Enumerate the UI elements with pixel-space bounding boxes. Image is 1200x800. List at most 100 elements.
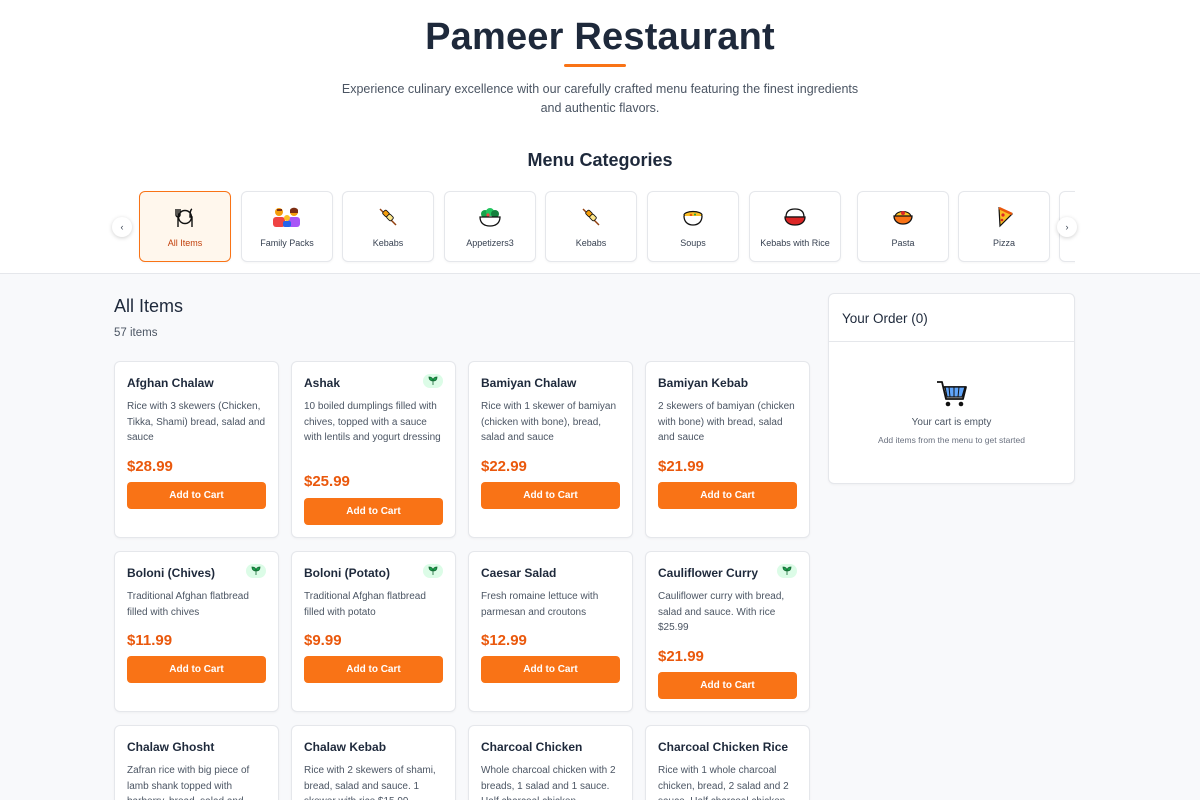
kebab-icon xyxy=(343,206,433,228)
section-title: All Items xyxy=(114,296,184,316)
category-scroller[interactable]: All Items Family Packs Kebabs Appetizers… xyxy=(133,190,1075,264)
add-to-cart-button[interactable]: Add to Cart xyxy=(304,656,443,683)
item-name: Bamiyan Chalaw xyxy=(481,376,577,390)
item-description: Rice with 2 skewers of shami, bread, sal… xyxy=(304,765,436,800)
cart-empty-hint: Add items from the menu to get started xyxy=(878,435,1025,445)
category-kebabs[interactable]: Kebabs xyxy=(342,191,434,262)
menu-item-card[interactable]: Charcoal Chicken Rice Rice with 1 whole … xyxy=(645,725,810,800)
item-count: 57 items xyxy=(114,327,158,339)
item-price: $12.99 xyxy=(481,632,527,649)
item-name: Charcoal Chicken xyxy=(481,740,583,754)
family-icon xyxy=(242,206,332,228)
item-name: Ashak xyxy=(304,376,341,390)
item-name: Chalaw Ghosht xyxy=(127,740,215,754)
item-price: $22.99 xyxy=(481,458,527,475)
menu-item-card[interactable]: Cauliflower Curry Cauliflower curry with… xyxy=(645,551,810,712)
menu-item-card[interactable]: Boloni (Chives) Traditional Afghan flatb… xyxy=(114,551,279,712)
category-label: Pasta xyxy=(891,238,915,248)
menu-item-card[interactable]: Caesar Salad Fresh romaine lettuce with … xyxy=(468,551,633,712)
item-description: Zafran rice with big piece of lamb shank… xyxy=(127,765,250,800)
item-name: Afghan Chalaw xyxy=(127,376,214,390)
item-description: 2 skewers of bamiyan (chicken with bone)… xyxy=(658,401,795,443)
add-to-cart-button[interactable]: Add to Cart xyxy=(658,482,797,509)
add-to-cart-button[interactable]: Add to Cart xyxy=(481,656,620,683)
item-name: Caesar Salad xyxy=(481,566,557,580)
category-pasta[interactable]: Pasta xyxy=(857,191,949,262)
divider xyxy=(829,341,1074,342)
add-to-cart-button[interactable]: Add to Cart xyxy=(127,482,266,509)
vegetarian-leaf-icon xyxy=(423,564,443,578)
header-section: Pameer Restaurant Experience culinary ex… xyxy=(0,0,1200,274)
vegetarian-leaf-icon xyxy=(777,564,797,578)
menu-item-card[interactable]: Chalaw Ghosht Zafran rice with big piece… xyxy=(114,725,279,800)
category-label: Kebabs with Rice xyxy=(760,238,830,248)
item-description: Rice with 1 whole charcoal chicken, brea… xyxy=(658,765,789,800)
menu-item-card[interactable]: Chalaw Kebab Rice with 2 skewers of sham… xyxy=(291,725,456,800)
category-all-items[interactable]: All Items xyxy=(139,191,231,262)
menu-item-card[interactable]: Afghan Chalaw Rice with 3 skewers (Chick… xyxy=(114,361,279,538)
item-price: $21.99 xyxy=(658,648,704,665)
item-description: Traditional Afghan flatbread filled with… xyxy=(304,591,426,618)
title-underline xyxy=(564,64,626,67)
menu-item-card[interactable]: Bamiyan Chalaw Rice with 1 skewer of bam… xyxy=(468,361,633,538)
category-pizza[interactable]: Pizza xyxy=(958,191,1050,262)
category-family-packs[interactable]: Family Packs xyxy=(241,191,333,262)
rice-bowl-icon xyxy=(750,206,840,228)
pizza-icon xyxy=(959,206,1049,228)
category-label: Kebabs xyxy=(372,238,404,248)
category-appetizers3[interactable]: Appetizers3 xyxy=(444,191,536,262)
item-description: Fresh romaine lettuce with parmesan and … xyxy=(481,591,599,618)
item-price: $21.99 xyxy=(658,458,704,475)
restaurant-subtitle: Experience culinary excellence with our … xyxy=(341,82,859,115)
vegetarian-leaf-icon xyxy=(246,564,266,578)
pasta-icon xyxy=(858,206,948,228)
add-to-cart-button[interactable]: Add to Cart xyxy=(658,672,797,699)
item-description: Rice with 3 skewers (Chicken, Tikka, Sha… xyxy=(127,401,266,443)
item-price: $9.99 xyxy=(304,632,342,649)
item-price: $11.99 xyxy=(127,632,173,649)
vegetarian-leaf-icon xyxy=(423,374,443,388)
cart-empty-text: Your cart is empty xyxy=(911,417,992,428)
soup-icon xyxy=(648,206,738,228)
category-label: All Items xyxy=(167,238,203,248)
item-name: Boloni (Potato) xyxy=(304,566,390,580)
item-name: Boloni (Chives) xyxy=(127,566,216,580)
scroll-right-button[interactable]: › xyxy=(1057,217,1077,237)
item-description: Whole charcoal chicken with 2 breads, 1 … xyxy=(481,765,616,800)
category-label: Kebabs xyxy=(575,238,607,248)
category-kebabs-with-rice[interactable]: Kebabs with Rice xyxy=(749,191,841,262)
order-panel: Your Order (0) Your cart is empty Add it… xyxy=(828,293,1075,484)
menu-item-card[interactable]: Bamiyan Kebab 2 skewers of bamiyan (chic… xyxy=(645,361,810,538)
scroll-left-button[interactable]: ‹ xyxy=(112,217,132,237)
category-label: Soups xyxy=(680,238,706,248)
item-price: $28.99 xyxy=(127,458,173,475)
salad-icon xyxy=(445,206,535,228)
item-description: Traditional Afghan flatbread filled with… xyxy=(127,591,249,618)
order-title: Your Order (0) xyxy=(842,311,928,326)
category-label: Pizza xyxy=(992,238,1015,248)
category-soups[interactable]: Soups xyxy=(647,191,739,262)
menu-item-card[interactable]: Boloni (Potato) Traditional Afghan flatb… xyxy=(291,551,456,712)
item-name: Cauliflower Curry xyxy=(658,566,759,580)
category-kebabs-2[interactable]: Kebabs xyxy=(545,191,637,262)
add-to-cart-button[interactable]: Add to Cart xyxy=(304,498,443,525)
item-name: Chalaw Kebab xyxy=(304,740,387,754)
item-name: Bamiyan Kebab xyxy=(658,376,749,390)
item-description: Cauliflower curry with bread, salad and … xyxy=(658,591,785,633)
menu-item-card[interactable]: Charcoal Chicken Whole charcoal chicken … xyxy=(468,725,633,800)
restaurant-title: Pameer Restaurant xyxy=(425,16,775,58)
item-name: Charcoal Chicken Rice xyxy=(658,740,789,754)
category-label: Appetizers3 xyxy=(466,238,514,248)
cutlery-icon xyxy=(140,206,230,228)
item-price: $25.99 xyxy=(304,473,350,490)
item-description: 10 boiled dumplings filled with chives, … xyxy=(304,401,441,443)
menu-item-card[interactable]: Ashak 10 boiled dumplings filled with ch… xyxy=(291,361,456,538)
item-description: Rice with 1 skewer of bamiyan (chicken w… xyxy=(481,401,617,443)
categories-heading: Menu Categories xyxy=(527,150,673,170)
shopping-cart-icon xyxy=(935,379,969,414)
chevron-left-icon: ‹ xyxy=(120,222,124,232)
add-to-cart-button[interactable]: Add to Cart xyxy=(127,656,266,683)
category-label: Family Packs xyxy=(260,238,314,248)
add-to-cart-button[interactable]: Add to Cart xyxy=(481,482,620,509)
kebab-icon xyxy=(546,206,636,228)
